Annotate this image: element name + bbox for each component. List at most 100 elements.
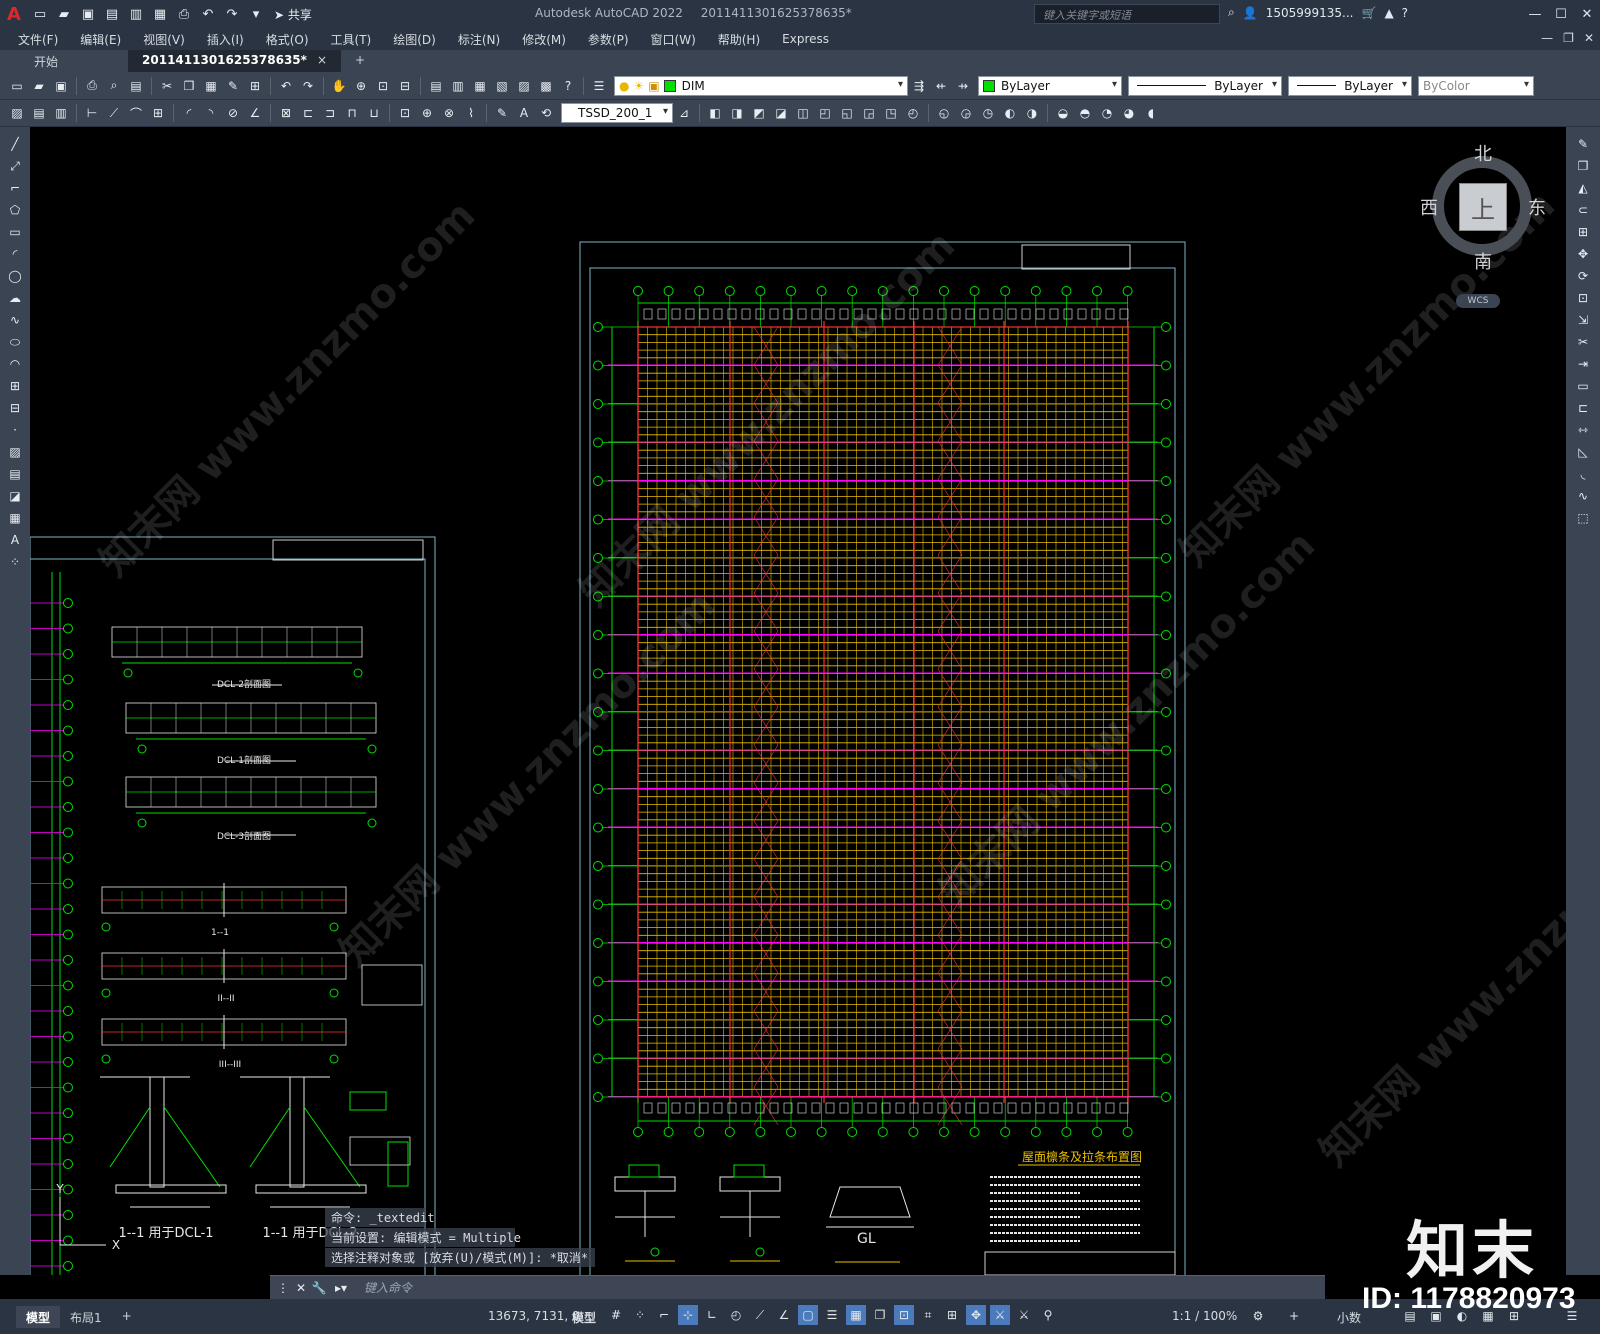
- radius-dim-icon[interactable]: ◜: [180, 104, 198, 122]
- new-file-icon[interactable]: ▭: [30, 4, 50, 24]
- undo-icon[interactable]: ↶: [277, 77, 295, 95]
- open-icon[interactable]: ▰: [30, 77, 48, 95]
- share-button[interactable]: ➤ 共享: [274, 6, 312, 23]
- cut-icon[interactable]: ✂: [158, 77, 176, 95]
- menu-modify[interactable]: 修改(M): [522, 31, 566, 48]
- menu-draw[interactable]: 绘图(D): [393, 31, 436, 48]
- insert-block-icon[interactable]: ⊞: [6, 377, 24, 395]
- dim-update-icon[interactable]: ⟲: [537, 104, 555, 122]
- jogged-linear-icon[interactable]: ⌇: [462, 104, 480, 122]
- object-snap-tracking-icon[interactable]: ∠: [774, 1305, 794, 1325]
- menu-dimension[interactable]: 标注(N): [458, 31, 500, 48]
- compass-west[interactable]: 西: [1420, 194, 1438, 220]
- menu-insert[interactable]: 插入(I): [207, 31, 244, 48]
- line-icon[interactable]: ╱: [6, 135, 24, 153]
- ortho-icon[interactable]: ∟: [702, 1305, 722, 1325]
- polyline-icon[interactable]: ⌐: [6, 179, 24, 197]
- aligned-dim-icon[interactable]: ⟋: [105, 104, 123, 122]
- solid-tool-icon-1[interactable]: ◧: [706, 104, 724, 122]
- lineweight-dropdown[interactable]: ByLayer: [1288, 75, 1412, 96]
- command-close-icon[interactable]: ✕: [292, 1279, 310, 1297]
- polygon-icon[interactable]: ⬠: [6, 201, 24, 219]
- match-properties-icon[interactable]: ✎: [224, 77, 242, 95]
- polar-icon[interactable]: ◴: [726, 1305, 746, 1325]
- mirror-icon[interactable]: ◭: [1574, 179, 1592, 197]
- redo-icon[interactable]: ↷: [299, 77, 317, 95]
- point-icon[interactable]: ·: [6, 421, 24, 439]
- auto-scale-icon[interactable]: ⚔: [1014, 1305, 1034, 1325]
- solid-tool-icon-11[interactable]: ◵: [935, 104, 953, 122]
- menu-help[interactable]: 帮助(H): [718, 31, 760, 48]
- compass-east[interactable]: 东: [1528, 194, 1546, 220]
- maximize-icon[interactable]: ☐: [1548, 0, 1574, 28]
- user-area[interactable]: ⌕ 👤 1505999135... 🛒 ▲ ?: [1228, 5, 1408, 20]
- rectangle-icon[interactable]: ▭: [6, 223, 24, 241]
- markup-icon[interactable]: ▨: [515, 77, 533, 95]
- dim-space-icon[interactable]: ⊓: [343, 104, 361, 122]
- help-search-input[interactable]: 键入关键字或短语: [1034, 4, 1220, 24]
- command-input[interactable]: 键入命令: [364, 1279, 412, 1296]
- object-snap-icon[interactable]: ▢: [798, 1305, 818, 1325]
- selection-cycling-icon[interactable]: ❐: [870, 1305, 890, 1325]
- menu-view[interactable]: 视图(V): [143, 31, 185, 48]
- stretch-icon[interactable]: ⇲: [1574, 311, 1592, 329]
- menu-file[interactable]: 文件(F): [18, 31, 58, 48]
- hatch-icon[interactable]: ▨: [6, 443, 24, 461]
- break-at-point-icon[interactable]: ▭: [1574, 377, 1592, 395]
- command-grip-icon[interactable]: ⋮: [274, 1279, 292, 1297]
- layer-state-icon[interactable]: ⇸: [954, 77, 972, 95]
- trim-icon[interactable]: ✂: [1574, 333, 1592, 351]
- undo-icon[interactable]: ↶: [198, 4, 218, 24]
- user-name[interactable]: 1505999135...: [1266, 6, 1354, 20]
- annotation-scale-icon[interactable]: ⚲: [1038, 1305, 1058, 1325]
- solid-tool-icon-2[interactable]: ◨: [728, 104, 746, 122]
- dim-edit-icon[interactable]: ✎: [493, 104, 511, 122]
- table-icon[interactable]: ▦: [6, 509, 24, 527]
- explode-icon[interactable]: ⬚: [1574, 509, 1592, 527]
- compass-north[interactable]: 北: [1474, 140, 1492, 166]
- plot-preview-icon[interactable]: ⌕: [105, 77, 123, 95]
- tab-drawing[interactable]: 2011411301625378635* ×: [128, 50, 341, 72]
- viewcube-top-face[interactable]: 上: [1459, 183, 1507, 231]
- add-selected-icon[interactable]: ⁘: [6, 553, 24, 571]
- open-file-icon[interactable]: ▰: [54, 4, 74, 24]
- lineweight-icon[interactable]: ☰: [822, 1305, 842, 1325]
- help-icon[interactable]: ?: [559, 77, 577, 95]
- dimstyle-dropdown[interactable]: TSSD_200_1: [561, 103, 673, 123]
- solid-tool-icon-8[interactable]: ◲: [860, 104, 878, 122]
- ordinate-dim-icon[interactable]: ⊞: [149, 104, 167, 122]
- extend-icon[interactable]: ⇥: [1574, 355, 1592, 373]
- plotstyle-dropdown[interactable]: ByColor: [1418, 75, 1534, 96]
- chamfer-icon[interactable]: ◺: [1574, 443, 1592, 461]
- gradient-icon[interactable]: ▤: [6, 465, 24, 483]
- solid-tool-icon-3[interactable]: ◩: [750, 104, 768, 122]
- make-block-icon[interactable]: ⊟: [6, 399, 24, 417]
- customize-icon[interactable]: 🔧: [310, 1279, 328, 1297]
- move-icon[interactable]: ✥: [1574, 245, 1592, 263]
- solid-tool-icon-15[interactable]: ◑: [1023, 104, 1041, 122]
- save-as-icon[interactable]: ▤: [102, 4, 122, 24]
- solid-tool-icon-10[interactable]: ◴: [904, 104, 922, 122]
- workspace-gear-icon[interactable]: ⚙: [1248, 1306, 1268, 1326]
- solid-tool-icon-12[interactable]: ◶: [957, 104, 975, 122]
- units-readout[interactable]: 小数: [1337, 1309, 1361, 1326]
- blend-curves-icon[interactable]: ∿: [1574, 487, 1592, 505]
- compass-south[interactable]: 南: [1474, 248, 1492, 274]
- make-current-icon[interactable]: ⇶: [910, 77, 928, 95]
- arc-icon[interactable]: ◜: [6, 245, 24, 263]
- angular-dim-icon[interactable]: ∠: [246, 104, 264, 122]
- baseline-dim-icon[interactable]: ⊏: [299, 104, 317, 122]
- new-tab-button[interactable]: +: [341, 50, 379, 72]
- isodraft-icon[interactable]: ⟋: [750, 1305, 770, 1325]
- dim-style-icon[interactable]: ⊿: [675, 104, 693, 122]
- model-space-button[interactable]: 模型: [572, 1309, 596, 1326]
- annotation-scale-readout[interactable]: 1:1 / 100%: [1172, 1309, 1237, 1323]
- quick-dim-icon[interactable]: ⊠: [277, 104, 295, 122]
- solid-tool-icon-18[interactable]: ◔: [1098, 104, 1116, 122]
- diameter-dim-icon[interactable]: ⊘: [224, 104, 242, 122]
- solid-tool-icon-17[interactable]: ◓: [1076, 104, 1094, 122]
- array-icon[interactable]: ⊞: [1574, 223, 1592, 241]
- ellipse-icon[interactable]: ⬭: [6, 333, 24, 351]
- open-from-web-icon[interactable]: ▥: [126, 4, 146, 24]
- erase-icon[interactable]: ✎: [1574, 135, 1592, 153]
